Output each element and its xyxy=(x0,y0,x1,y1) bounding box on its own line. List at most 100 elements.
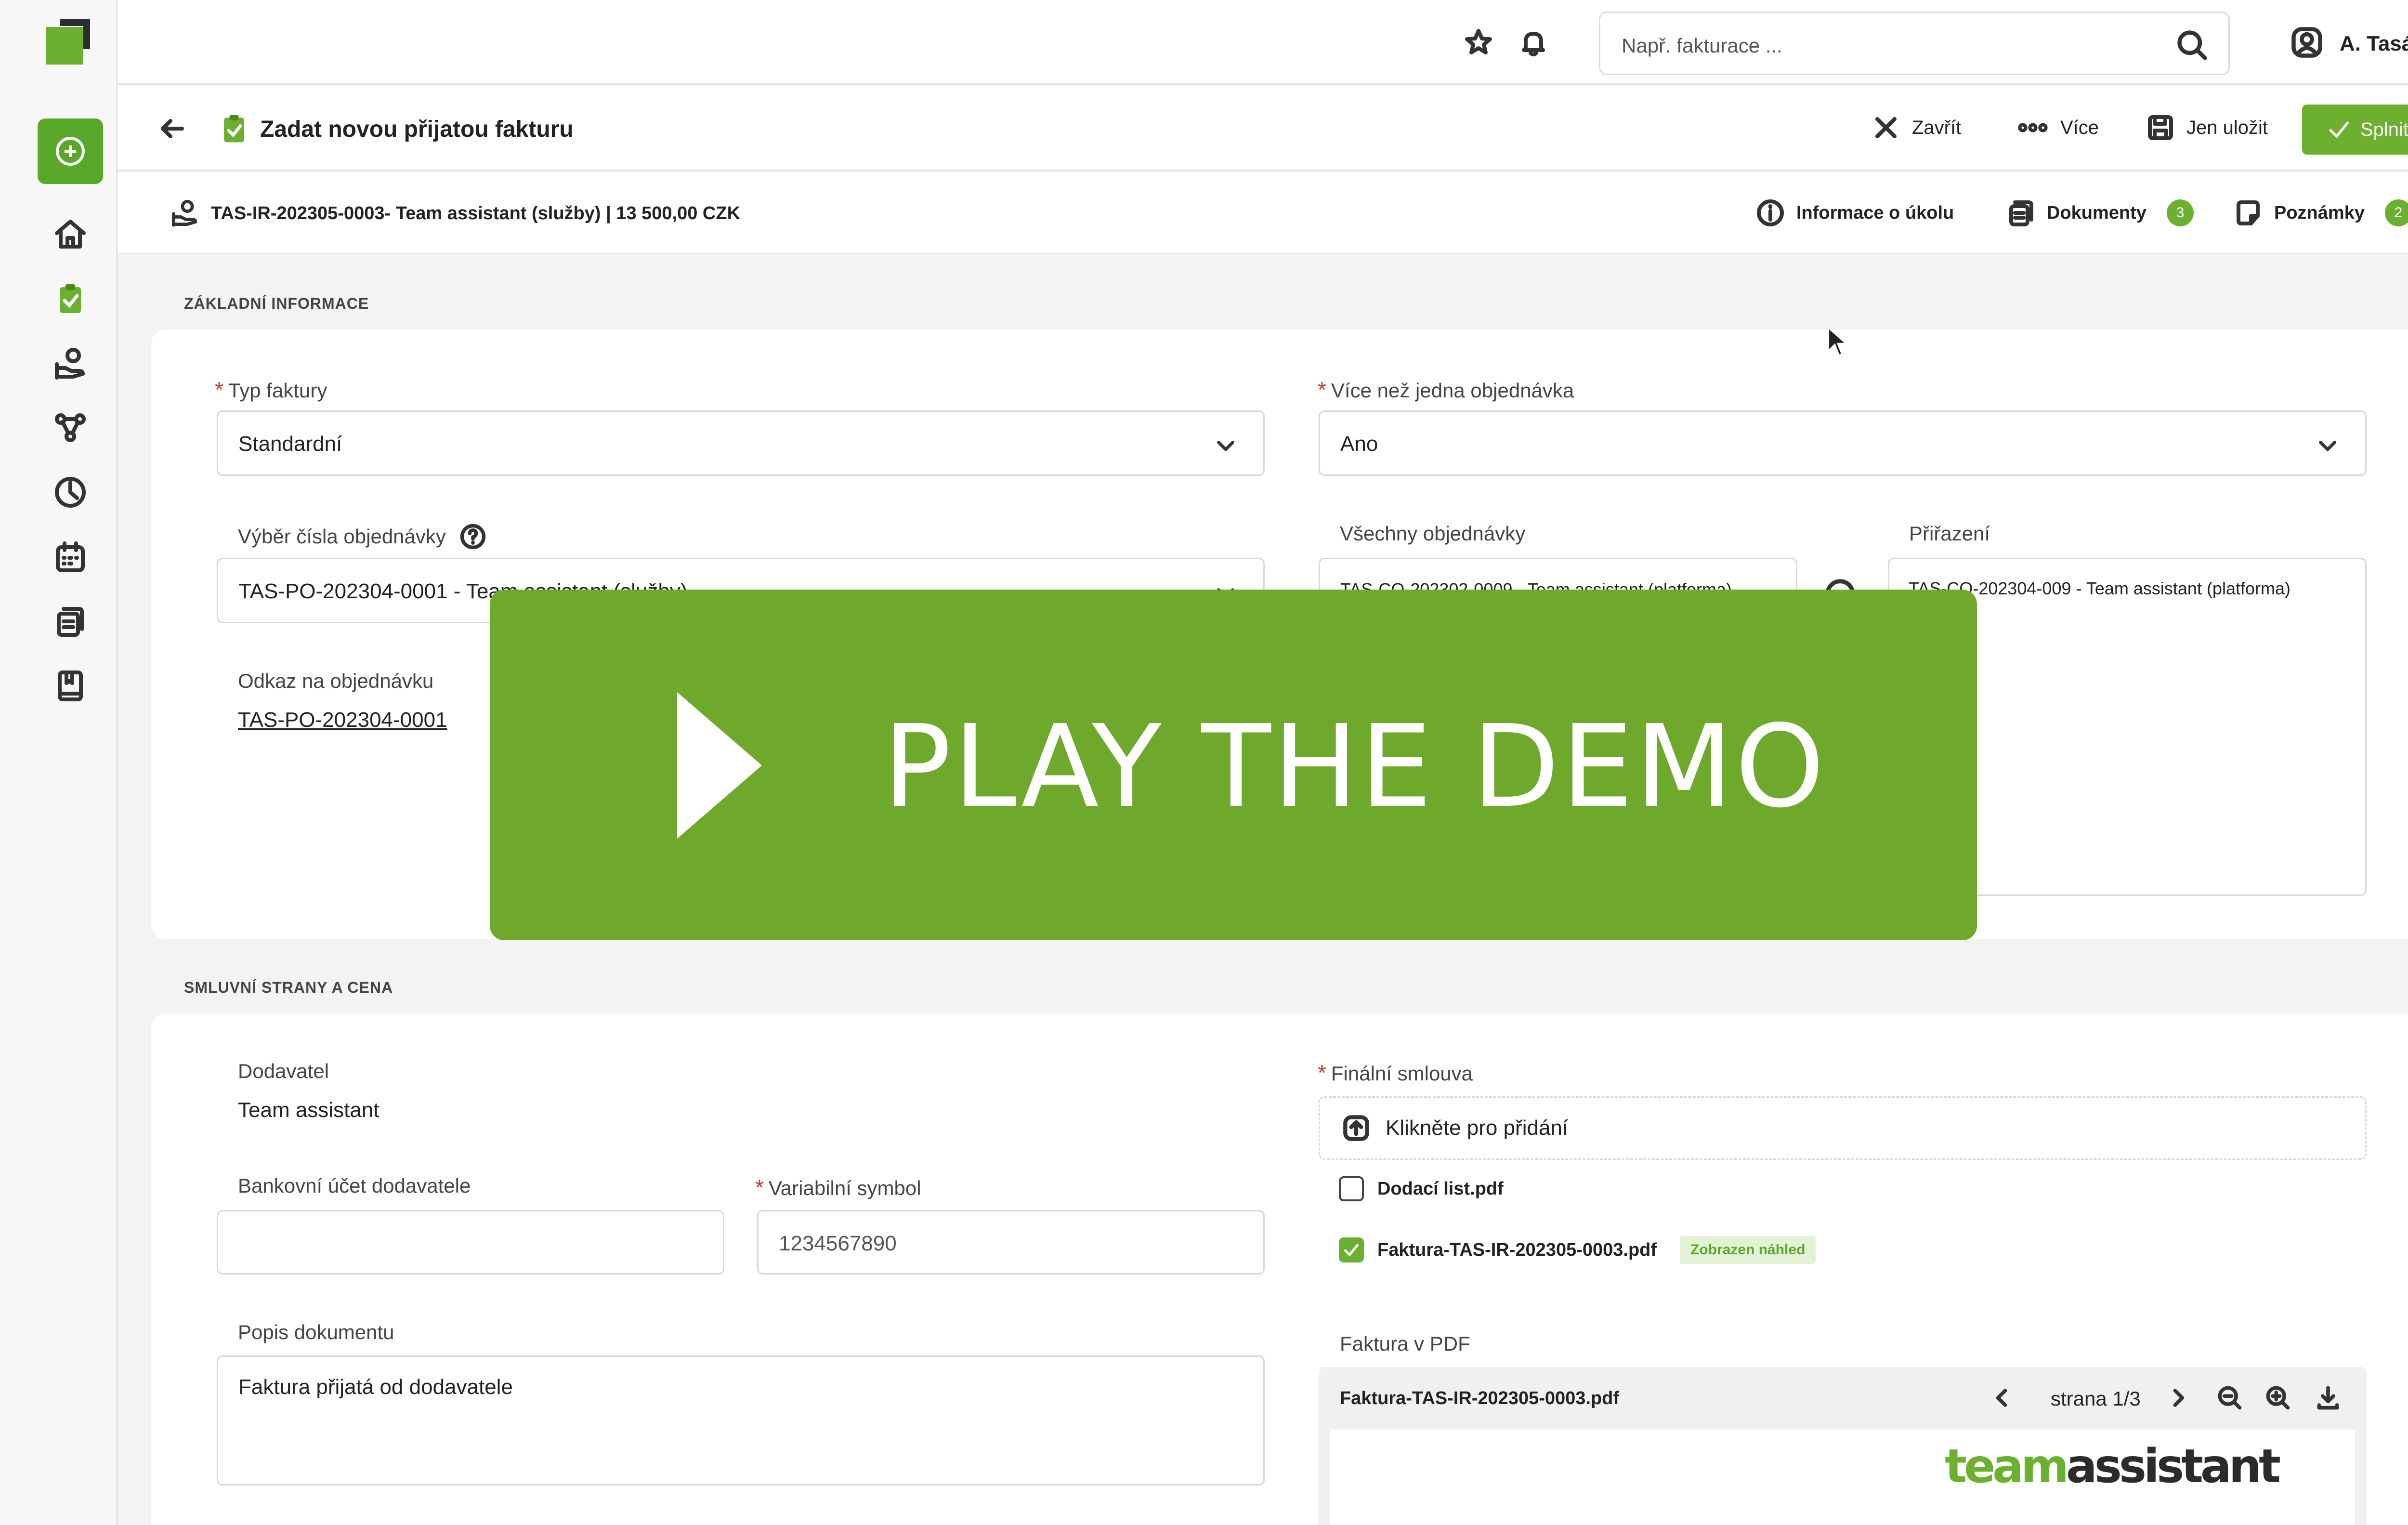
pdf-toolbar: Faktura-TAS-IR-202305-0003.pdf strana 1/… xyxy=(1319,1367,2367,1430)
search-box[interactable]: Např. fakturace ... xyxy=(1599,12,2230,75)
multi-order-value: Ano xyxy=(1340,432,1378,456)
info-icon xyxy=(1757,199,1784,226)
star-icon[interactable] xyxy=(1463,27,1494,60)
record-title: TAS-IR-202305-0003- Team assistant (služ… xyxy=(211,203,741,223)
file-item[interactable]: Faktura-TAS-IR-202305-0003.pdf Zobrazen … xyxy=(1339,1236,1816,1264)
add-new-button[interactable] xyxy=(38,118,103,184)
user-icon xyxy=(2290,25,2324,62)
chevron-down-icon xyxy=(1213,433,1238,460)
hand-money-icon xyxy=(170,197,200,231)
file-name: Dodací list.pdf xyxy=(1377,1178,1504,1199)
chevron-right-icon[interactable] xyxy=(2163,1383,2192,1415)
all-orders-label: Všechny objednávky xyxy=(1340,522,1526,545)
search-input[interactable]: Např. fakturace ... xyxy=(1622,34,1782,57)
multi-order-label: * Více než jedna objednávka xyxy=(1318,377,1574,402)
pdf-page-indicator: strana 1/3 xyxy=(2051,1387,2141,1410)
upload-dropzone[interactable]: Klikněte pro přidání xyxy=(1319,1096,2367,1160)
tab-documents-label: Dokumenty xyxy=(2047,202,2146,223)
play-icon xyxy=(677,692,762,839)
invoice-type-value: Standardní xyxy=(238,432,342,456)
save-button[interactable]: Jen uložit xyxy=(2145,112,2268,143)
final-contract-label: * Finální smlouva xyxy=(1318,1060,1473,1085)
file-name: Faktura-TAS-IR-202305-0003.pdf xyxy=(1377,1239,1657,1260)
user-menu[interactable]: A. Tasák xyxy=(2290,25,2408,62)
play-demo-label: PLAY THE DEMO xyxy=(883,700,1827,833)
close-button[interactable]: Zavřít xyxy=(1871,112,1961,143)
description-value: Faktura přijatá od dodavatele xyxy=(238,1375,513,1399)
order-select-label-row: Výběr čísla objednávky xyxy=(238,522,487,551)
variable-symbol-label: * Variabilní symbol xyxy=(755,1175,921,1200)
search-icon[interactable] xyxy=(2174,27,2209,65)
top-bar: Např. fakturace ... A. Tasák xyxy=(118,0,2408,85)
description-textarea[interactable]: Faktura přijatá od dodavatele xyxy=(217,1355,1265,1486)
documents-icon xyxy=(2009,200,2033,226)
pdf-filename: Faktura-TAS-IR-202305-0003.pdf xyxy=(1340,1388,1620,1408)
documents-icon[interactable] xyxy=(52,603,89,640)
notes-count-badge: 2 xyxy=(2384,199,2408,226)
bell-icon[interactable] xyxy=(1518,27,1549,60)
page-title: Zadat novou přijatou fakturu xyxy=(260,117,574,142)
chevron-left-icon[interactable] xyxy=(1988,1383,2017,1415)
order-link-label: Odkaz na objednávku xyxy=(238,670,434,692)
chevron-down-icon xyxy=(2315,433,2340,460)
calendar-icon[interactable] xyxy=(52,539,89,575)
back-arrow-icon[interactable] xyxy=(157,113,188,146)
order-link[interactable]: TAS-PO-202304-0001 xyxy=(238,708,447,732)
upload-label: Klikněte pro přidání xyxy=(1386,1116,1569,1140)
save-label: Jen uložit xyxy=(2186,117,2268,138)
close-label: Zavřít xyxy=(1912,117,1962,138)
complete-button[interactable]: Splnit xyxy=(2302,105,2408,155)
note-icon xyxy=(2237,200,2260,225)
order-select-label: Výběr čísla objednávky xyxy=(238,525,446,548)
file-checkbox[interactable] xyxy=(1339,1237,1364,1262)
task-icon xyxy=(217,111,251,148)
pdf-page: teamassistant xyxy=(1330,1430,2355,1525)
file-checkbox[interactable] xyxy=(1339,1176,1364,1201)
multi-order-select[interactable]: Ano xyxy=(1319,410,2367,476)
download-icon[interactable] xyxy=(2314,1383,2343,1415)
play-demo-button[interactable]: PLAY THE DEMO xyxy=(490,590,1977,940)
variable-symbol-value: 1234567890 xyxy=(779,1232,897,1255)
teamassistant-logo: teamassistant xyxy=(1945,1439,2281,1493)
tab-documents[interactable]: Dokumenty 3 xyxy=(2005,197,2194,228)
home-icon[interactable] xyxy=(52,216,89,252)
book-icon[interactable] xyxy=(52,668,89,704)
task-icon[interactable] xyxy=(52,280,89,317)
bank-account-label: Bankovní účet dodavatele xyxy=(238,1174,471,1197)
check-icon xyxy=(1344,1244,1359,1257)
preview-tag: Zobrazen náhled xyxy=(1680,1236,1816,1264)
description-label: Popis dokumentu xyxy=(238,1321,394,1343)
clock-icon[interactable] xyxy=(52,474,89,511)
mouse-cursor-icon xyxy=(1826,326,1849,360)
more-icon xyxy=(2018,123,2048,132)
pdf-viewer: teamassistant xyxy=(1319,1430,2367,1525)
app-logo[interactable] xyxy=(46,19,92,66)
save-icon xyxy=(2148,115,2173,140)
invoice-type-select[interactable]: Standardní xyxy=(217,410,1265,476)
record-bar: TAS-IR-202305-0003- Team assistant (služ… xyxy=(118,172,2408,254)
zoom-in-icon[interactable] xyxy=(2264,1383,2292,1415)
more-button[interactable]: Více xyxy=(2016,112,2099,143)
assignment-label: Přiřazení xyxy=(1909,522,1990,545)
invoice-type-label: * Typ faktury xyxy=(215,377,327,402)
help-icon xyxy=(460,524,486,550)
tab-task-info[interactable]: Informace o úkolu xyxy=(1755,197,1954,228)
close-icon xyxy=(1875,117,1897,138)
tab-notes-label: Poznámky xyxy=(2274,202,2365,223)
variable-symbol-input[interactable]: 1234567890 xyxy=(757,1210,1265,1275)
workflow-icon[interactable] xyxy=(52,409,89,446)
section-basic-info-title: ZÁKLADNÍ INFORMACE xyxy=(184,295,369,312)
check-icon xyxy=(2329,121,2349,138)
sidebar xyxy=(0,0,118,1525)
user-name: A. Tasák xyxy=(2340,31,2408,55)
tab-notes[interactable]: Poznámky 2 xyxy=(2233,197,2408,228)
task-header: Zadat novou přijatou fakturu Zavřít Více… xyxy=(118,86,2408,171)
supplier-value: Team assistant xyxy=(238,1098,380,1122)
section-parties-title: SMLUVNÍ STRANY A CENA xyxy=(184,979,393,996)
supplier-label: Dodavatel xyxy=(238,1060,329,1082)
hand-money-icon[interactable] xyxy=(52,345,89,381)
pdf-label: Faktura v PDF xyxy=(1340,1332,1470,1355)
zoom-out-icon[interactable] xyxy=(2215,1383,2244,1415)
file-item[interactable]: Dodací list.pdf xyxy=(1339,1176,1504,1201)
bank-account-input[interactable] xyxy=(217,1210,724,1275)
